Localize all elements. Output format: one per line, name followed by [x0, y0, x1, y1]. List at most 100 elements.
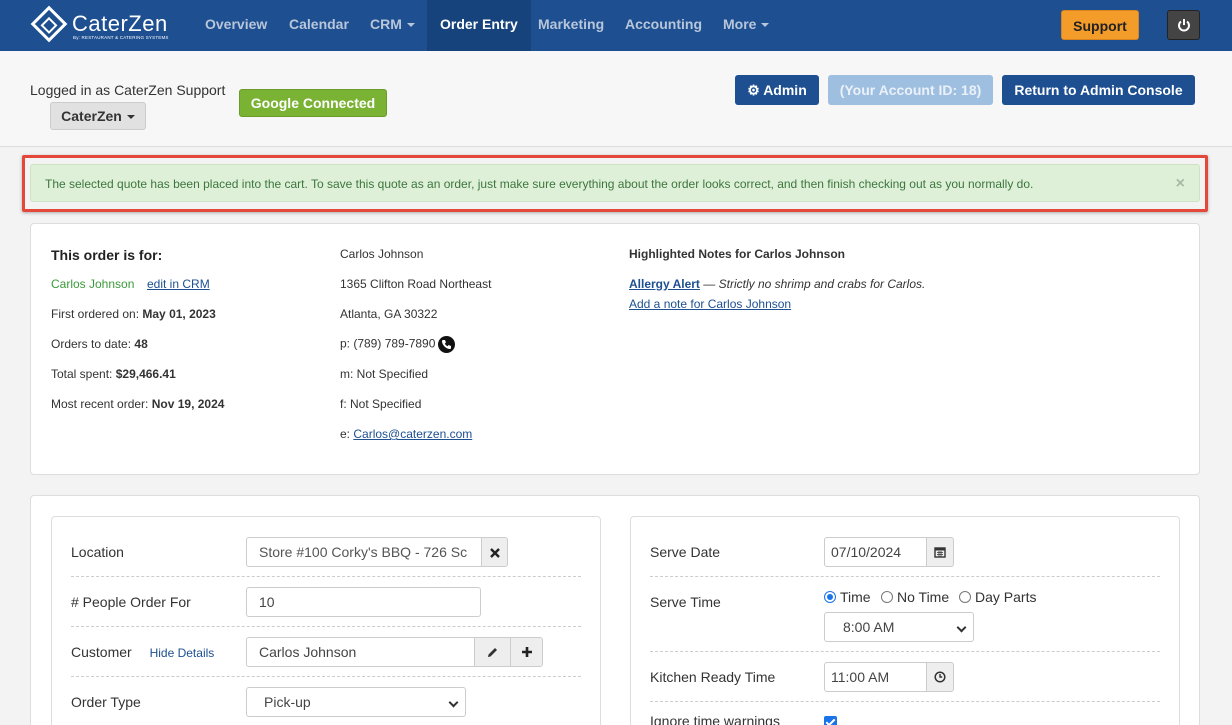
customer-input[interactable]: Carlos Johnson — [246, 637, 475, 667]
calendar-icon — [934, 547, 946, 558]
quote-placed-alert: The selected quote has been placed into … — [30, 164, 1200, 202]
order-type-select[interactable]: Pick-up — [246, 687, 466, 717]
time-option-label: Time — [840, 589, 871, 605]
people-input[interactable]: 10 — [246, 587, 481, 617]
nav-order-entry[interactable]: Order Entry — [427, 0, 531, 51]
allergy-alert-link[interactable]: Allergy Alert — [629, 277, 700, 291]
note-text: Strictly no shrimp and crabs for Carlos. — [718, 277, 926, 291]
alert-message: The selected quote has been placed into … — [45, 177, 1034, 191]
top-navbar: CaterZen By: RESTAURANT & CATERING SYSTE… — [0, 0, 1232, 51]
first-ordered: First ordered on: May 01, 2023 — [51, 307, 216, 321]
caterzen-logo[interactable]: CaterZen By: RESTAURANT & CATERING SYSTE… — [30, 5, 174, 43]
row-divider — [71, 576, 581, 577]
row-divider — [650, 651, 1160, 652]
clear-location-button[interactable] — [481, 537, 508, 567]
return-admin-console-button[interactable]: Return to Admin Console — [1002, 75, 1195, 105]
pencil-icon — [488, 648, 497, 657]
orders-to-date: Orders to date: 48 — [51, 337, 148, 351]
add-note-link[interactable]: Add a note for Carlos Johnson — [629, 297, 791, 311]
recent-label: Most recent order: — [51, 397, 149, 411]
time-option-time[interactable]: Time — [824, 589, 871, 605]
power-icon — [1178, 19, 1190, 32]
radio-icon — [959, 591, 971, 603]
address-line-2: Atlanta, GA 30322 — [340, 307, 438, 321]
spent-label: Total spent: — [51, 367, 113, 381]
edit-in-crm-link[interactable]: edit in CRM — [147, 277, 210, 291]
ignore-warnings-label: Ignore time warnings — [650, 713, 780, 725]
clock-button[interactable] — [926, 662, 954, 692]
chevron-down-icon — [761, 23, 770, 28]
logout-button[interactable] — [1167, 10, 1200, 40]
order-details-panel: Location Store #100 Corky's BBQ - 726 Sc… — [30, 495, 1200, 725]
serve-date-label: Serve Date — [650, 544, 721, 560]
nav-more-label: More — [723, 16, 757, 32]
order-type-value: Pick-up — [264, 694, 311, 710]
close-icon[interactable]: × — [1176, 165, 1185, 203]
clock-icon — [934, 671, 946, 683]
company-label: CaterZen — [61, 108, 122, 124]
phone-icon[interactable] — [438, 336, 456, 353]
nav-more[interactable]: More — [723, 0, 770, 51]
chevron-down-icon — [406, 23, 415, 28]
radio-selected-icon — [824, 591, 836, 603]
time-option-label: No Time — [897, 589, 950, 605]
time-option-day-parts[interactable]: Day Parts — [959, 589, 1036, 605]
customer-summary-panel: This order is for: Carlos Johnson edit i… — [30, 223, 1200, 475]
brand-tagline: By: RESTAURANT & CATERING SYSTEMS — [73, 35, 169, 40]
support-button[interactable]: Support — [1061, 10, 1139, 40]
row-divider — [650, 701, 1160, 702]
admin-button[interactable]: ⚙ Admin — [735, 75, 819, 105]
calendar-button[interactable] — [926, 537, 954, 567]
customer-label: Customer — [71, 644, 132, 660]
order-type-label: Order Type — [71, 694, 141, 710]
spent-value: $29,466.41 — [115, 367, 176, 381]
row-divider — [71, 626, 581, 627]
serve-date-input[interactable]: 07/10/2024 — [824, 537, 927, 567]
chevron-down-icon — [126, 115, 135, 120]
address-line-1: 1365 Clifton Road Northeast — [340, 277, 492, 291]
order-for-heading: This order is for: — [51, 247, 163, 263]
order-basics-section: Location Store #100 Corky's BBQ - 726 Sc… — [51, 516, 601, 725]
gear-icon: ⚙ — [747, 82, 760, 98]
nav-marketing[interactable]: Marketing — [538, 0, 604, 51]
company-dropdown[interactable]: CaterZen — [50, 102, 146, 130]
location-input[interactable]: Store #100 Corky's BBQ - 726 Sc — [246, 537, 482, 567]
logged-in-text: Logged in as CaterZen Support — [30, 82, 226, 98]
fax-text: f: Not Specified — [340, 397, 422, 411]
google-connected-button[interactable]: Google Connected — [239, 89, 387, 117]
nav-calendar[interactable]: Calendar — [289, 0, 349, 51]
hide-details-link[interactable]: Hide Details — [150, 646, 215, 660]
email-label: e: — [340, 427, 351, 441]
row-divider — [650, 576, 1160, 577]
orders-label: Orders to date: — [51, 337, 132, 351]
notes-heading: Highlighted Notes for Carlos Johnson — [629, 247, 846, 261]
kitchen-ready-input[interactable]: 11:00 AM — [824, 662, 927, 692]
plus-icon — [521, 647, 532, 657]
email-row: e: Carlos@caterzen.com — [340, 427, 472, 441]
serve-time-select[interactable]: 8:00 AM — [824, 612, 974, 642]
account-id-button[interactable]: (Your Account ID: 18) — [828, 75, 993, 105]
nav-overview[interactable]: Overview — [205, 0, 267, 51]
chevron-down-icon — [956, 622, 967, 633]
time-option-no-time[interactable]: No Time — [881, 589, 949, 605]
phone-row: p: (789) 789-7890 — [340, 336, 456, 353]
logo-mark-icon — [30, 5, 68, 43]
first-ordered-value: May 01, 2023 — [142, 307, 216, 321]
brand-name: CaterZen — [72, 11, 168, 36]
radio-icon — [881, 591, 893, 603]
kitchen-ready-label: Kitchen Ready Time — [650, 669, 776, 685]
email-link[interactable]: Carlos@caterzen.com — [353, 427, 472, 441]
nav-crm[interactable]: CRM — [370, 0, 415, 51]
edit-customer-button[interactable] — [474, 637, 511, 667]
note-dash: — — [703, 277, 716, 291]
ignore-warnings-checkbox[interactable] — [824, 716, 837, 725]
add-customer-button[interactable] — [510, 637, 543, 667]
total-spent: Total spent: $29,466.41 — [51, 367, 176, 381]
nav-crm-label: CRM — [370, 16, 402, 32]
recent-value: Nov 19, 2024 — [151, 397, 225, 411]
time-option-label: Day Parts — [975, 589, 1037, 605]
nav-accounting[interactable]: Accounting — [625, 0, 702, 51]
phone-text: p: (789) 789-7890 — [340, 336, 436, 351]
row-divider — [71, 676, 581, 677]
customer-label-row: Customer Hide Details — [71, 644, 214, 660]
